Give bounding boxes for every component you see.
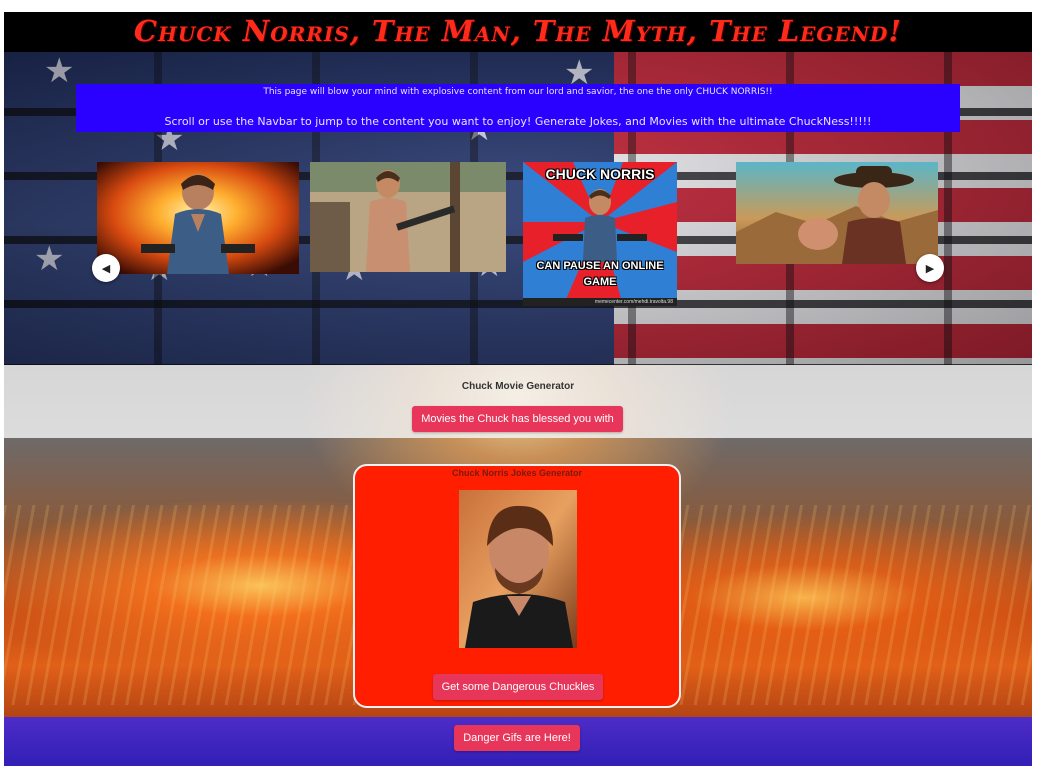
carousel-slide[interactable] bbox=[736, 162, 938, 264]
meme-bottom-text: GAME bbox=[583, 276, 617, 288]
carousel-slide[interactable] bbox=[310, 162, 506, 272]
carousel-slide[interactable]: CHUCK NORRIS CAN PAUSE AN ONLINE GAME me… bbox=[523, 162, 677, 306]
jokes-generator-card: Chuck Norris Jokes Generator Get some Da… bbox=[353, 464, 681, 708]
chevron-left-icon: ◀ bbox=[101, 261, 111, 275]
movie-generator-section: Chuck Movie Generator Movies the Chuck h… bbox=[4, 365, 1032, 438]
gifs-section: Danger Gifs are Here! bbox=[4, 717, 1032, 766]
movie-generator-heading: Chuck Movie Generator bbox=[461, 381, 575, 392]
carousel-slide[interactable] bbox=[97, 162, 299, 274]
intro-box: This page will blow your mind with explo… bbox=[76, 84, 960, 132]
jokes-generator-heading: Chuck Norris Jokes Generator bbox=[451, 468, 583, 478]
meme-watermark: memecenter.com/mehdi.travolta.98 bbox=[594, 299, 673, 305]
shirtless-gun-photo-icon bbox=[310, 162, 506, 272]
chevron-right-icon: ▶ bbox=[925, 261, 935, 275]
header-bar: Chuck Norris, The Man, The Myth, The Leg… bbox=[4, 12, 1032, 52]
meme-top-text: CHUCK NORRIS bbox=[545, 166, 655, 182]
intro-instructions: Scroll or use the Navbar to jump to the … bbox=[164, 115, 872, 128]
image-carousel[interactable]: CHUCK NORRIS CAN PAUSE AN ONLINE GAME me… bbox=[90, 160, 950, 310]
gifs-button[interactable]: Danger Gifs are Here! bbox=[454, 725, 580, 751]
page-title: Chuck Norris, The Man, The Myth, The Leg… bbox=[133, 14, 903, 48]
flag-brick-hero: ★ ★ ★ ★ ★ ★ ★ ★ ★ ★ ★ This page will blo… bbox=[4, 52, 1032, 365]
carousel-prev-button[interactable]: ◀ bbox=[92, 254, 120, 282]
meme-bottom-text: CAN PAUSE AN ONLINE bbox=[536, 260, 664, 272]
explosion-action-photo-icon bbox=[97, 162, 299, 274]
jokes-button[interactable]: Get some Dangerous Chuckles bbox=[433, 674, 603, 700]
cowboy-pointing-photo-icon bbox=[736, 162, 938, 264]
page: ★ ★ ★ ★ ★ ★ ★ ★ ★ ★ ★ This page will blo… bbox=[4, 12, 1032, 766]
portrait-photo-icon bbox=[459, 490, 577, 648]
movies-button[interactable]: Movies the Chuck has blessed you with bbox=[412, 406, 623, 432]
chuck-portrait-image bbox=[459, 490, 577, 648]
carousel-next-button[interactable]: ▶ bbox=[916, 254, 944, 282]
intro-text: This page will blow your mind with explo… bbox=[263, 87, 773, 97]
explosion-section: Chuck Movie Generator Movies the Chuck h… bbox=[4, 365, 1032, 766]
